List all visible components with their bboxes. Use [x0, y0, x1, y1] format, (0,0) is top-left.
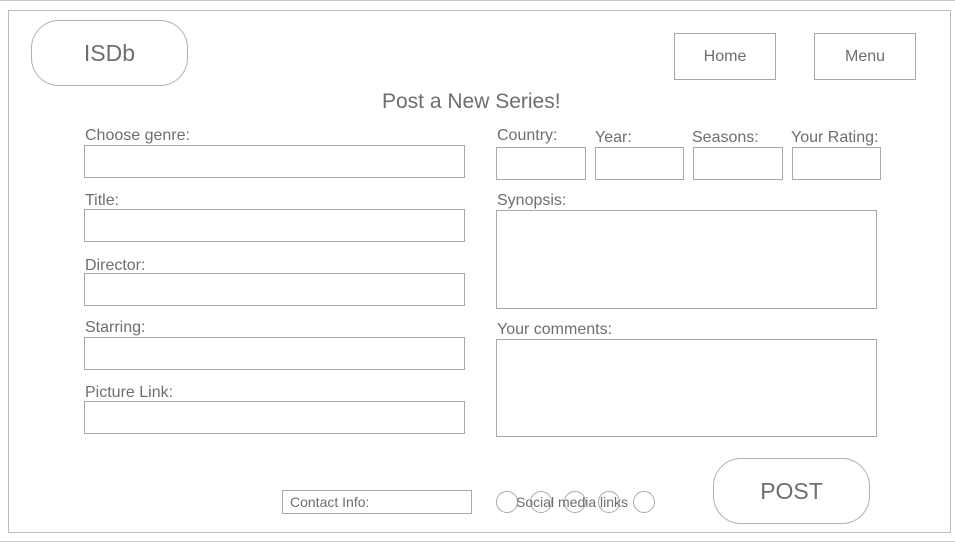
starring-input[interactable] — [84, 337, 465, 370]
logo[interactable]: ISDb — [31, 20, 188, 86]
window-top-border — [0, 0, 955, 3]
rating-input[interactable] — [792, 147, 881, 180]
picture-link-input[interactable] — [84, 401, 465, 434]
contact-info-box[interactable]: Contact Info: — [282, 490, 472, 514]
synopsis-label: Synopsis: — [497, 192, 567, 209]
year-input[interactable] — [595, 147, 684, 180]
comments-label: Your comments: — [497, 321, 613, 338]
rating-label: Your Rating: — [791, 129, 879, 146]
year-label: Year: — [595, 129, 632, 146]
country-label: Country: — [497, 127, 558, 144]
director-input[interactable] — [84, 273, 465, 306]
genre-input[interactable] — [84, 145, 465, 178]
social-link-icon[interactable] — [633, 491, 655, 513]
synopsis-textarea[interactable] — [496, 210, 877, 309]
social-link-icon[interactable] — [496, 491, 518, 513]
home-button[interactable]: Home — [674, 33, 776, 80]
seasons-label: Seasons: — [692, 129, 759, 146]
title-input[interactable] — [84, 209, 465, 242]
country-input[interactable] — [496, 147, 586, 180]
page-title: Post a New Series! — [382, 90, 561, 113]
title-label: Title: — [85, 192, 120, 209]
comments-textarea[interactable] — [496, 339, 877, 437]
menu-button[interactable]: Menu — [814, 33, 916, 80]
picture-link-label: Picture Link: — [85, 384, 174, 401]
post-button[interactable]: POST — [713, 458, 870, 524]
genre-label: Choose genre: — [85, 127, 190, 144]
social-media-label: Social media links — [516, 494, 629, 510]
seasons-input[interactable] — [693, 147, 783, 180]
starring-label: Starring: — [85, 319, 146, 336]
